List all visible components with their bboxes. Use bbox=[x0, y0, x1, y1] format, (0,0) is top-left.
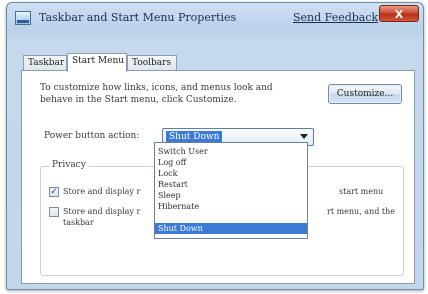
store-items-text-line-2: taskbar bbox=[63, 218, 94, 227]
option-restart[interactable]: Restart bbox=[155, 179, 307, 190]
store-programs-text: Store and display r bbox=[63, 187, 141, 196]
option-log-off[interactable]: Log off bbox=[155, 157, 307, 168]
store-items-checkbox[interactable] bbox=[49, 207, 59, 217]
store-programs-text-tail: start menu bbox=[339, 187, 384, 196]
power-button-label: Power button action: bbox=[44, 131, 140, 141]
close-icon: X bbox=[394, 8, 404, 21]
window-app-icon bbox=[15, 11, 31, 25]
close-button[interactable]: X bbox=[379, 5, 419, 22]
chevron-down-icon bbox=[300, 134, 308, 139]
option-shut-down[interactable]: Shut Down bbox=[155, 223, 307, 234]
customize-description-line-2: behave in the Start menu, click Customiz… bbox=[40, 95, 237, 105]
customize-button[interactable]: Customize... bbox=[328, 84, 402, 104]
title-bar[interactable]: Taskbar and Start Menu Properties Send F… bbox=[7, 3, 423, 33]
send-feedback-link[interactable]: Send Feedback bbox=[293, 11, 378, 24]
store-items-text-tail: rt menu, and the bbox=[327, 207, 395, 216]
store-programs-checkbox[interactable]: ✓ bbox=[49, 187, 59, 197]
option-hibernate[interactable]: Hibernate bbox=[155, 201, 307, 212]
privacy-group-label: Privacy bbox=[49, 160, 89, 170]
power-button-options-list: Switch User Log off Lock Restart Sleep H… bbox=[154, 142, 308, 239]
store-items-text: Store and display r bbox=[63, 207, 141, 216]
customize-description: To customize how links, icons, and menus… bbox=[40, 82, 290, 106]
option-switch-user[interactable]: Switch User bbox=[155, 146, 307, 157]
tab-taskbar[interactable]: Taskbar bbox=[23, 55, 67, 71]
customize-description-line-1: To customize how links, icons, and menus… bbox=[40, 83, 273, 93]
window-title: Taskbar and Start Menu Properties bbox=[39, 11, 237, 24]
tab-toolbars[interactable]: Toolbars bbox=[127, 55, 177, 71]
option-sleep[interactable]: Sleep bbox=[155, 190, 307, 201]
option-lock[interactable]: Lock bbox=[155, 168, 307, 179]
tab-start-menu[interactable]: Start Menu bbox=[67, 53, 127, 72]
